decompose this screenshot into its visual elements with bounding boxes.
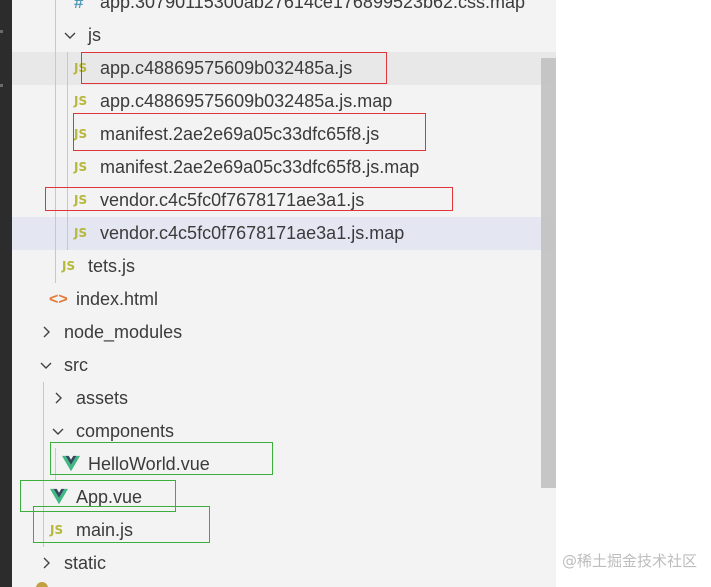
html-icon: <> (49, 291, 68, 308)
js-icon: JS (50, 523, 64, 537)
tree-item-vendor-js-map[interactable]: JS vendor.c4c5fc0f7678171ae3a1.js.map (12, 217, 556, 250)
tree-item-manifest-js[interactable]: JS manifest.2ae2e69a05c33dfc65f8.js (12, 118, 556, 151)
activity-bar-edge (0, 0, 12, 587)
file-explorer: # app.30790115300ab27614ce176899523b62.c… (0, 0, 556, 587)
chevron-down-icon (64, 32, 76, 39)
edge-marker (0, 30, 3, 33)
tree-item-label: manifest.2ae2e69a05c33dfc65f8.js (100, 124, 380, 144)
chevron-right-icon (43, 326, 50, 338)
tree-item-manifest-js-map[interactable]: JS manifest.2ae2e69a05c33dfc65f8.js.map (12, 151, 556, 184)
js-icon: JS (74, 160, 88, 174)
tree-item-label: static (64, 553, 107, 573)
tree-item-index-html[interactable]: <> index.html (12, 283, 556, 316)
tree-item-label: app.c48869575609b032485a.js.map (100, 91, 393, 111)
tree-item-label: index.html (76, 289, 159, 309)
tree-item-label: HelloWorld.vue (88, 454, 210, 474)
tree-folder-js[interactable]: js (12, 19, 556, 52)
tree-item-label: js (88, 25, 101, 45)
tree-item-label: app.30790115300ab27614ce176899523b62.css… (100, 0, 526, 12)
chevron-down-icon (52, 428, 64, 435)
screenshot-stage: # app.30790115300ab27614ce176899523b62.c… (0, 0, 711, 587)
js-icon: JS (74, 94, 88, 108)
tree-item-css-map[interactable]: # app.30790115300ab27614ce176899523b62.c… (12, 0, 556, 19)
hash-icon: # (74, 0, 84, 12)
tree-item-label: node_modules (64, 322, 183, 342)
js-icon: JS (74, 61, 88, 75)
tree-item-tets-js[interactable]: JS tets.js (12, 250, 556, 283)
tree-item-label: vendor.c4c5fc0f7678171ae3a1.js (100, 190, 365, 210)
tree-folder-components[interactable]: components (12, 415, 556, 448)
tree-item-label: components (76, 421, 175, 441)
tree-item-label: main.js (76, 520, 134, 540)
indent-guide (55, 448, 56, 481)
tree-item-label: src (64, 355, 88, 375)
partial-icon (36, 582, 48, 587)
vue-icon (62, 455, 80, 472)
tree-folder-static[interactable]: static (12, 547, 556, 580)
tree-item-label: manifest.2ae2e69a05c33dfc65f8.js.map (100, 157, 420, 177)
edge-marker (0, 84, 3, 87)
tree-item-label: app.c48869575609b032485a.js (100, 58, 353, 78)
watermark: @稀土掘金技术社区 (561, 552, 697, 570)
indent-guide (55, 0, 56, 283)
tree-item-app-vue[interactable]: App.vue (12, 481, 556, 514)
js-icon: JS (74, 193, 88, 207)
chevron-down-icon (40, 362, 52, 369)
tree-item-label: App.vue (76, 487, 143, 507)
tree-item-main-js[interactable]: JS main.js (12, 514, 556, 547)
js-icon: JS (74, 127, 88, 141)
tree-item-label: tets.js (88, 256, 136, 276)
vue-icon (50, 488, 68, 505)
chevron-right-icon (43, 557, 50, 569)
js-icon: JS (74, 226, 88, 240)
indent-guide (67, 52, 68, 250)
tree-item-app-js[interactable]: JS app.c48869575609b032485a.js (12, 52, 556, 85)
tree-folder-node-modules[interactable]: node_modules (12, 316, 556, 349)
indent-guide (43, 382, 44, 547)
chevron-right-icon (55, 392, 62, 404)
tree-item-label: assets (76, 388, 129, 408)
tree-item-app-js-map[interactable]: JS app.c48869575609b032485a.js.map (12, 85, 556, 118)
vertical-scrollbar[interactable] (541, 58, 556, 488)
tree-folder-src[interactable]: src (12, 349, 556, 382)
tree-item-vendor-js[interactable]: JS vendor.c4c5fc0f7678171ae3a1.js (12, 184, 556, 217)
tree-folder-assets[interactable]: assets (12, 382, 556, 415)
tree-item-label: vendor.c4c5fc0f7678171ae3a1.js.map (100, 223, 405, 243)
tree-item-helloworld-vue[interactable]: HelloWorld.vue (12, 448, 556, 481)
js-icon: JS (62, 259, 76, 273)
